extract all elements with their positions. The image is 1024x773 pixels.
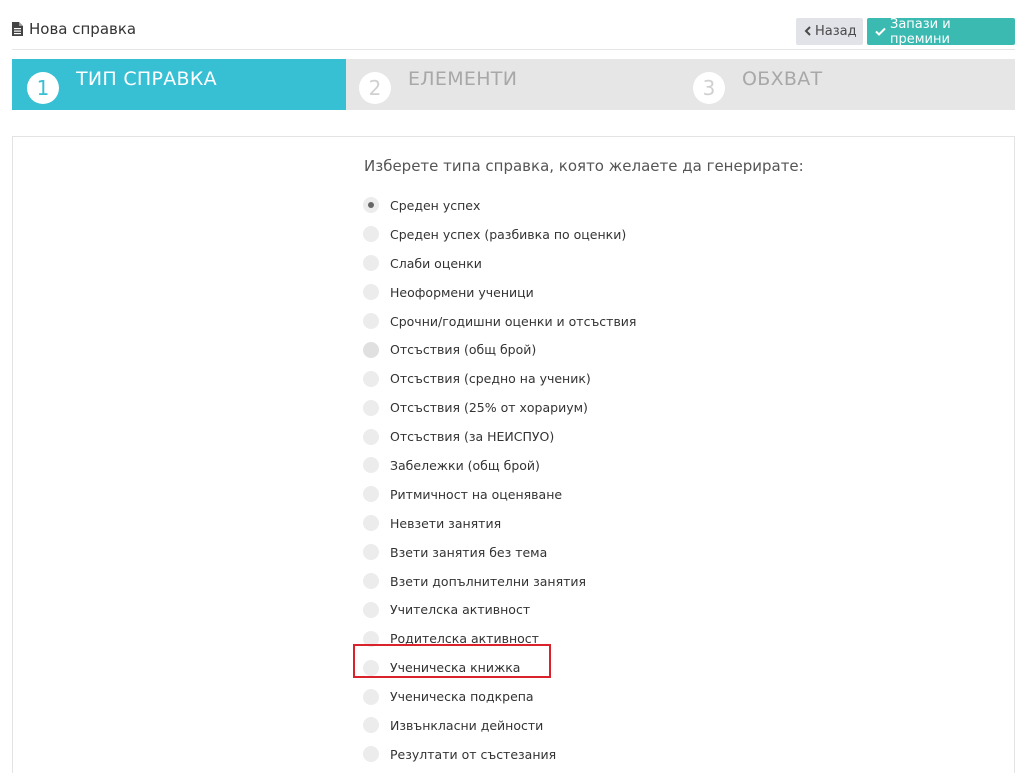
report-type-option[interactable]: Среден успех: [363, 191, 636, 220]
radio-button[interactable]: [363, 746, 379, 763]
radio-button[interactable]: [363, 688, 379, 705]
report-type-option[interactable]: Отсъствия (средно на ученик): [363, 364, 636, 393]
save-button-label: Запази и премини: [890, 16, 951, 47]
option-label: Взети занятия без тема: [390, 544, 548, 560]
report-type-option[interactable]: Отсъствия (за НЕИСПУО): [363, 422, 636, 451]
option-label: Срочни/годишни оценки и отсъствия: [390, 313, 637, 329]
report-type-option[interactable]: Среден успех (разбивка по оценки): [363, 220, 636, 249]
report-type-option[interactable]: Учителска активност: [363, 595, 636, 624]
step-label: ЕЛЕМЕНТИ: [408, 67, 518, 90]
radio-button[interactable]: [363, 197, 379, 214]
radio-button[interactable]: [363, 399, 379, 416]
option-label: Отсъствия (за НЕИСПУО): [390, 429, 555, 445]
step-number: 3: [693, 71, 725, 104]
report-type-option[interactable]: Забележки (общ брой): [363, 451, 636, 480]
radio-button[interactable]: [363, 341, 379, 358]
save-and-continue-button[interactable]: Запази и премини: [867, 16, 1015, 47]
document-icon: [12, 22, 23, 36]
option-label: Извънкласни дейности: [390, 717, 544, 733]
report-type-option[interactable]: Взети занятия без тема: [363, 538, 636, 567]
option-label: Ритмичност на оценяване: [390, 486, 563, 502]
question-label: Изберете типа справка, която желаете да …: [364, 157, 804, 175]
radio-button[interactable]: [363, 428, 379, 445]
report-type-options: Среден успех Среден успех (разбивка по оц…: [363, 191, 636, 769]
option-label: Отсъствия (25% от хорариум): [390, 400, 588, 416]
report-type-option[interactable]: Отсъствия (25% от хорариум): [363, 393, 636, 422]
radio-button[interactable]: [363, 313, 379, 329]
radio-button[interactable]: [363, 486, 379, 503]
report-type-option[interactable]: Резултати от състезания: [363, 740, 636, 769]
radio-button[interactable]: [363, 284, 379, 301]
step-scope[interactable]: 3 ОБХВАТ: [678, 59, 1015, 110]
option-label: Отсъствия (средно на ученик): [390, 371, 591, 387]
step-elements[interactable]: 2 ЕЛЕМЕНТИ: [344, 59, 678, 110]
option-label: Неоформени ученици: [390, 284, 534, 300]
step-type[interactable]: 1 ТИП СПРАВКА: [12, 59, 346, 110]
page-header: Нова справка Назад Запази и премини: [12, 14, 1015, 50]
radio-button[interactable]: [363, 255, 379, 272]
radio-button[interactable]: [363, 573, 379, 590]
wizard-steps: 1 ТИП СПРАВКА 2 ЕЛЕМЕНТИ 3 ОБХВАТ: [12, 59, 1015, 110]
option-label: Забележки (общ брой): [390, 457, 540, 473]
report-type-option[interactable]: Слаби оценки: [363, 249, 636, 278]
option-label: Резултати от състезания: [390, 746, 557, 762]
back-button[interactable]: Назад: [796, 18, 863, 45]
report-type-option[interactable]: Ученическа подкрепа: [363, 682, 636, 711]
option-label: Учителска активност: [390, 602, 531, 618]
option-label: Отсъствия (общ брой): [390, 342, 537, 358]
page-title: Нова справка: [12, 20, 136, 38]
step-number: 2: [359, 71, 391, 104]
radio-button[interactable]: [363, 515, 379, 532]
report-type-option[interactable]: Неоформени ученици: [363, 278, 636, 307]
step-number: 1: [27, 71, 59, 104]
report-type-option[interactable]: Отсъствия (общ брой): [363, 335, 636, 364]
page-title-text: Нова справка: [29, 20, 137, 38]
report-type-option[interactable]: Невзети занятия: [363, 509, 636, 538]
option-label: Невзети занятия: [390, 515, 502, 531]
radio-button[interactable]: [363, 457, 379, 474]
report-type-option[interactable]: Извънкласни дейности: [363, 711, 636, 740]
option-label: Среден успех: [390, 197, 481, 213]
check-icon: [875, 25, 886, 39]
step-label: ТИП СПРАВКА: [76, 67, 217, 90]
option-label: Взети допълнителни занятия: [390, 573, 587, 589]
step-label: ОБХВАТ: [742, 67, 823, 90]
radio-button[interactable]: [363, 226, 379, 243]
highlight-box: [353, 644, 551, 678]
option-label: Слаби оценки: [390, 255, 482, 271]
chevron-left-icon: [804, 25, 811, 39]
report-type-option[interactable]: Ритмичност на оценяване: [363, 480, 636, 509]
back-button-label: Назад: [815, 24, 857, 39]
report-type-option[interactable]: Взети допълнителни занятия: [363, 567, 636, 596]
radio-button[interactable]: [363, 717, 379, 734]
radio-button[interactable]: [363, 370, 379, 387]
option-label: Среден успех (разбивка по оценки): [390, 226, 627, 242]
option-label: Ученическа подкрепа: [390, 689, 534, 705]
radio-button[interactable]: [363, 601, 379, 618]
report-type-option[interactable]: Срочни/годишни оценки и отсъствия: [363, 307, 636, 336]
radio-button[interactable]: [363, 544, 379, 561]
